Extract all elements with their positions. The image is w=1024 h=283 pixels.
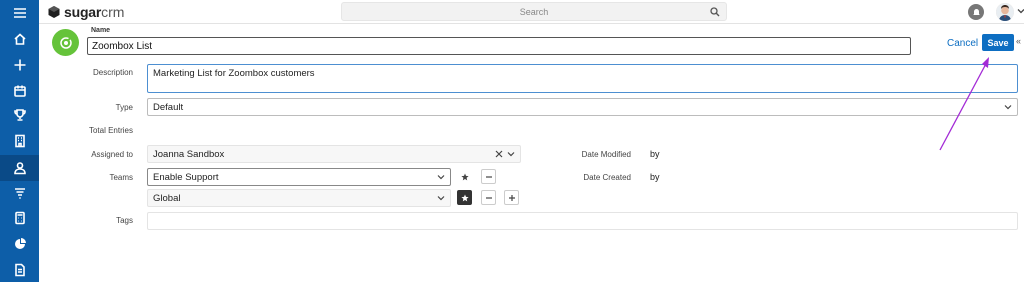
contacts-icon[interactable] [0, 155, 39, 181]
plus-icon [508, 194, 515, 201]
description-text: Marketing List for Zoombox customers [153, 68, 315, 79]
logo-text-light: crm [101, 4, 125, 20]
target-list-icon [59, 36, 72, 49]
clear-icon[interactable] [495, 150, 503, 158]
logo-text-bold: sugar [64, 4, 102, 20]
type-label: Type [115, 103, 133, 112]
search-icon[interactable] [710, 7, 720, 17]
home-icon[interactable] [0, 26, 39, 52]
logo-cube-icon [48, 6, 60, 18]
date-created-value: by [650, 172, 660, 182]
star-icon [460, 194, 469, 201]
date-created-label: Date Created [583, 173, 631, 182]
team-2-value: Global [153, 192, 181, 204]
tags-label: Tags [116, 216, 133, 225]
plus-icon[interactable] [0, 52, 39, 78]
name-input[interactable]: Zoombox List [87, 37, 911, 55]
filter-icon[interactable] [0, 180, 39, 206]
remove-team-button[interactable] [481, 169, 496, 184]
building-icon[interactable] [0, 128, 39, 154]
type-select[interactable]: Default [147, 98, 1018, 116]
notifications-bell-icon[interactable] [968, 4, 984, 20]
chevron-down-icon [507, 152, 515, 157]
team-1-value: Enable Support [153, 171, 219, 183]
name-label: Name [91, 27, 111, 34]
global-search-input[interactable]: Search [341, 2, 727, 21]
save-button[interactable]: Save [982, 34, 1014, 51]
document-icon[interactable] [0, 257, 39, 283]
team-select-1[interactable]: Enable Support [147, 168, 451, 186]
chevron-down-icon [437, 196, 445, 201]
star-icon [460, 173, 469, 180]
cancel-button[interactable]: Cancel [947, 38, 978, 49]
calendar-icon[interactable] [0, 78, 39, 104]
assigned-to-value: Joanna Sandbox [153, 148, 225, 160]
trophy-icon[interactable] [0, 102, 39, 128]
team-select-2[interactable]: Global [147, 189, 451, 207]
calculator-icon[interactable] [0, 205, 39, 231]
type-value: Default [153, 101, 184, 113]
menu-icon[interactable] [0, 0, 39, 26]
total-entries-label: Total Entries [88, 126, 133, 135]
primary-team-star-button[interactable] [457, 169, 472, 184]
assigned-to-label: Assigned to [91, 150, 133, 159]
pie-chart-icon[interactable] [0, 231, 39, 257]
annotation-arrow [939, 57, 989, 151]
minus-icon [485, 196, 492, 199]
chevron-down-icon[interactable] [1017, 7, 1024, 15]
sugarcrm-logo[interactable]: sugar crm [47, 3, 124, 21]
description-label: Description [92, 68, 133, 77]
remove-team-button[interactable] [481, 190, 496, 205]
teams-label: Teams [109, 173, 133, 182]
chevron-down-icon [1004, 105, 1012, 110]
assigned-to-select[interactable]: Joanna Sandbox [147, 145, 521, 163]
search-placeholder: Search [519, 6, 549, 17]
minus-icon [485, 175, 492, 178]
user-avatar[interactable] [996, 3, 1014, 21]
primary-team-star-button-active[interactable] [457, 190, 472, 205]
date-modified-label: Date Modified [581, 150, 631, 159]
date-modified-value: by [650, 149, 660, 159]
top-bar: sugar crm Search [39, 0, 1024, 24]
description-textarea[interactable]: Marketing List for Zoombox customers [147, 64, 1018, 93]
collapse-panel-icon[interactable]: « [1016, 36, 1021, 46]
tags-input[interactable] [147, 212, 1018, 230]
module-icon [52, 29, 79, 56]
add-team-button[interactable] [504, 190, 519, 205]
chevron-down-icon [437, 175, 445, 180]
left-nav-rail [0, 0, 39, 282]
